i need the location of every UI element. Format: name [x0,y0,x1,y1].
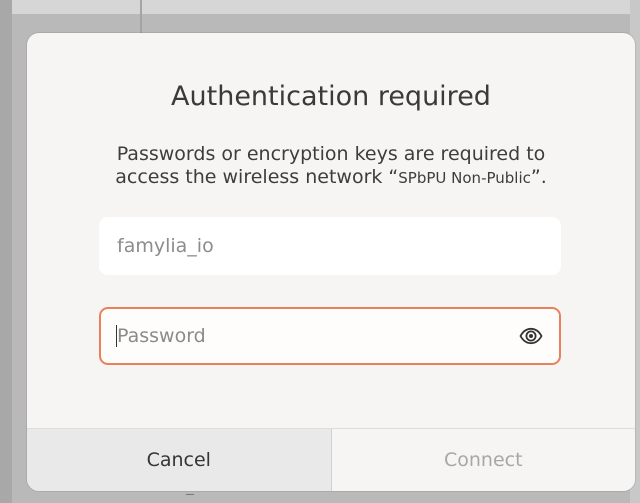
dialog-message: Passwords or encryption keys are require… [57,143,605,190]
background-divider [140,0,142,34]
password-field[interactable]: Password [99,307,561,365]
username-field[interactable]: famylia_io [99,217,561,275]
dialog-title: Authentication required [171,81,491,112]
connect-button[interactable]: Connect [331,429,635,491]
message-line-1: Passwords or encryption keys are require… [116,143,546,165]
network-name: SPbPU Non-Public [398,169,531,187]
message-line-2: access the wireless network “SPbPU Non-P… [57,166,605,190]
cancel-button[interactable]: Cancel [27,429,332,491]
auth-dialog: Authentication required Passwords or enc… [27,33,635,491]
message-line-2-suffix: ”. [530,166,547,188]
background-tick [186,494,194,495]
background-window-top [0,0,640,14]
eye-icon[interactable] [519,324,543,348]
username-value: famylia_io [117,235,214,257]
dialog-buttons: Cancel Connect [27,428,635,491]
password-placeholder: Password [117,325,206,347]
message-line-2-prefix: access the wireless network “ [115,166,399,188]
background-window-left [0,0,12,503]
